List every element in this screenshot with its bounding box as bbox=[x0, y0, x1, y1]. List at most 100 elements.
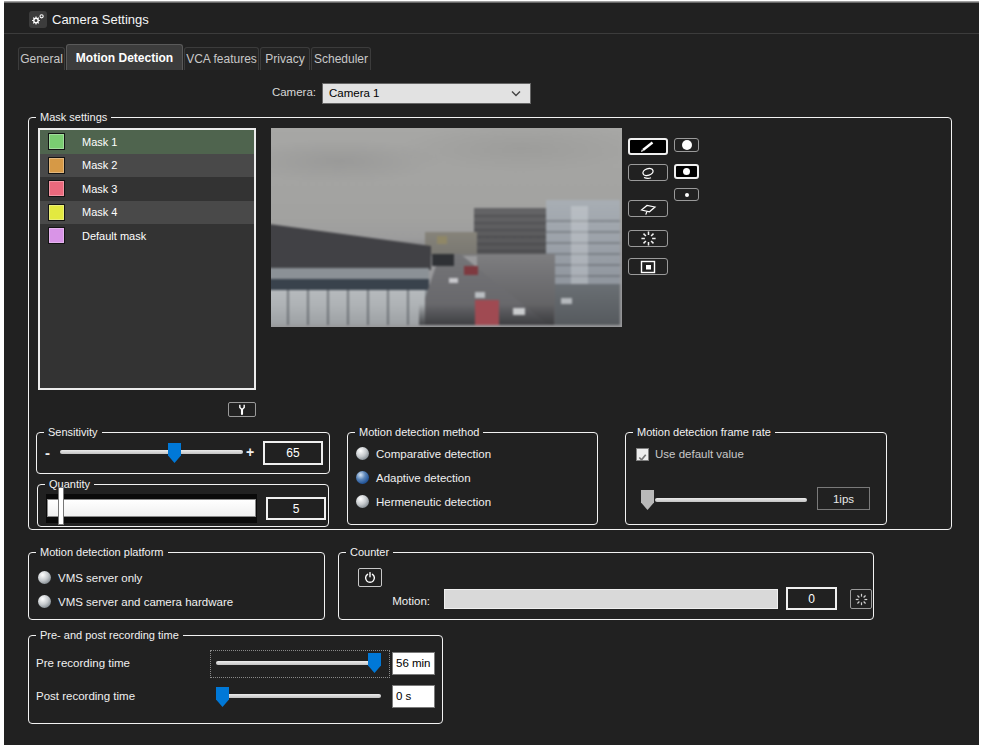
use-default-checkbox[interactable] bbox=[636, 448, 649, 461]
picture-in-picture-button[interactable] bbox=[628, 258, 668, 275]
counter-reset-button[interactable] bbox=[850, 589, 872, 609]
mask-list-item-3[interactable]: Mask 3 bbox=[40, 177, 254, 201]
use-default-label: Use default value bbox=[655, 448, 744, 460]
red-sign bbox=[464, 266, 478, 275]
group-platform: Motion detection platform bbox=[28, 552, 325, 620]
counter-motion-label: Motion: bbox=[350, 595, 430, 607]
radio-label: Comparative detection bbox=[376, 448, 491, 460]
window-frame-top-shade2 bbox=[4, 2, 979, 3]
mask-list-item-5[interactable]: Default mask bbox=[40, 224, 254, 248]
titlebar-separator bbox=[4, 33, 979, 34]
clear-mask-tool-button[interactable] bbox=[628, 200, 668, 217]
group-prepost: Pre- and post recording time bbox=[28, 635, 443, 724]
car-4 bbox=[561, 298, 572, 304]
mask-color-swatch bbox=[48, 180, 65, 197]
counter-power-button[interactable] bbox=[358, 568, 382, 587]
counter-reset-starburst-icon bbox=[855, 593, 868, 606]
pre-recording-value[interactable]: 56 min bbox=[392, 652, 435, 675]
sensitivity-value: 65 bbox=[263, 441, 323, 465]
sensitivity-plus[interactable]: + bbox=[246, 444, 254, 460]
group-prepost-label: Pre- and post recording time bbox=[36, 628, 183, 642]
window-title: Camera Settings bbox=[52, 12, 149, 27]
truck bbox=[432, 254, 454, 266]
group-sensitivity-label: Sensitivity bbox=[44, 425, 102, 439]
power-icon bbox=[363, 571, 377, 585]
clear-mask-icon bbox=[636, 202, 660, 216]
group-counter-label: Counter bbox=[346, 545, 393, 559]
tab-label: Privacy bbox=[265, 52, 304, 66]
car-3 bbox=[513, 308, 525, 315]
post-recording-label: Post recording time bbox=[36, 690, 135, 702]
starburst-icon bbox=[639, 231, 658, 246]
mask-properties-button[interactable] bbox=[228, 402, 256, 417]
brush-size-medium-button[interactable] bbox=[674, 164, 699, 179]
group-method-label: Motion detection method bbox=[355, 425, 483, 439]
group-framerate-label: Motion detection frame rate bbox=[633, 425, 775, 439]
counter-value: 0 bbox=[786, 587, 837, 610]
mask-list-item-2[interactable]: Mask 2 bbox=[40, 154, 254, 178]
wrench-icon bbox=[235, 403, 249, 417]
video-preview[interactable] bbox=[271, 128, 622, 327]
chevron-down-icon bbox=[510, 90, 522, 98]
mid-building-yellow bbox=[437, 236, 447, 244]
mask-name: Default mask bbox=[82, 230, 146, 242]
left-sign-band bbox=[271, 279, 429, 290]
mask-list-item-1[interactable]: Mask 1 bbox=[40, 130, 254, 154]
invalidate-tool-button[interactable] bbox=[628, 230, 668, 247]
brush-size-small-button[interactable] bbox=[674, 188, 699, 201]
tab-privacy[interactable]: Privacy bbox=[260, 47, 310, 70]
tab-vca-features[interactable]: VCA features bbox=[184, 47, 259, 70]
radio-adaptive-detection[interactable] bbox=[356, 471, 369, 484]
left-storefront-cols bbox=[271, 290, 425, 325]
radio-label: VMS server and camera hardware bbox=[58, 596, 233, 608]
radio-vms-server-only[interactable] bbox=[38, 571, 51, 584]
tab-motion-detection[interactable]: Motion Detection bbox=[66, 44, 183, 70]
group-quantity-label: Quantity bbox=[45, 477, 94, 491]
car-2 bbox=[475, 292, 485, 298]
mask-name: Mask 2 bbox=[82, 159, 117, 171]
mask-name: Mask 1 bbox=[82, 136, 117, 148]
right-street bbox=[549, 284, 620, 325]
quantity-slider-bar bbox=[47, 499, 256, 517]
mask-list: Mask 1 Mask 2 Mask 3 Mask 4 Default mask bbox=[38, 128, 256, 390]
tab-label: Motion Detection bbox=[76, 51, 173, 65]
sensitivity-minus[interactable]: - bbox=[45, 444, 50, 461]
counter-motion-bar bbox=[444, 589, 778, 609]
quantity-slider-thumb[interactable] bbox=[58, 487, 64, 525]
quantity-value: 5 bbox=[266, 497, 326, 520]
mask-color-swatch bbox=[48, 204, 65, 221]
radio-vms-server-and-camera-hardware[interactable] bbox=[38, 595, 51, 608]
pencil-tool-button[interactable] bbox=[628, 138, 668, 155]
pre-recording-slider-track[interactable] bbox=[216, 661, 381, 665]
camera-label: Camera: bbox=[196, 86, 316, 98]
group-mask-settings-label: Mask settings bbox=[36, 110, 111, 124]
camera-select[interactable]: Camera 1 bbox=[322, 83, 531, 104]
group-framerate: Motion detection frame rate bbox=[625, 432, 887, 525]
tab-scheduler[interactable]: Scheduler bbox=[311, 47, 371, 70]
sensitivity-slider-track[interactable] bbox=[60, 450, 243, 454]
camera-select-value: Camera 1 bbox=[329, 87, 380, 99]
quantity-slider[interactable] bbox=[46, 494, 257, 523]
radio-label: VMS server only bbox=[58, 572, 142, 584]
mask-color-swatch bbox=[48, 157, 65, 174]
mask-name: Mask 3 bbox=[82, 183, 117, 195]
gears-icon bbox=[29, 11, 47, 28]
brush-size-large-dot bbox=[682, 140, 692, 150]
framerate-value: 1ips bbox=[817, 487, 870, 510]
photo-layers bbox=[271, 128, 622, 327]
brush-size-small-dot bbox=[685, 193, 689, 197]
mask-list-item-4[interactable]: Mask 4 bbox=[40, 201, 254, 225]
radio-hermeneutic-detection[interactable] bbox=[356, 495, 369, 508]
mask-color-swatch bbox=[48, 227, 65, 244]
tab-general[interactable]: General bbox=[18, 47, 65, 70]
post-recording-slider-track[interactable] bbox=[216, 694, 381, 698]
radio-comparative-detection[interactable] bbox=[356, 447, 369, 460]
brush-size-large-button[interactable] bbox=[674, 138, 699, 152]
picture-in-picture-icon bbox=[636, 260, 660, 274]
eraser-icon bbox=[636, 166, 660, 180]
pencil-icon bbox=[636, 140, 660, 153]
mask-overlay-red bbox=[475, 300, 499, 325]
eraser-tool-button[interactable] bbox=[628, 164, 668, 181]
post-recording-value[interactable]: 0 s bbox=[392, 685, 435, 708]
radio-label: Adaptive detection bbox=[376, 472, 471, 484]
